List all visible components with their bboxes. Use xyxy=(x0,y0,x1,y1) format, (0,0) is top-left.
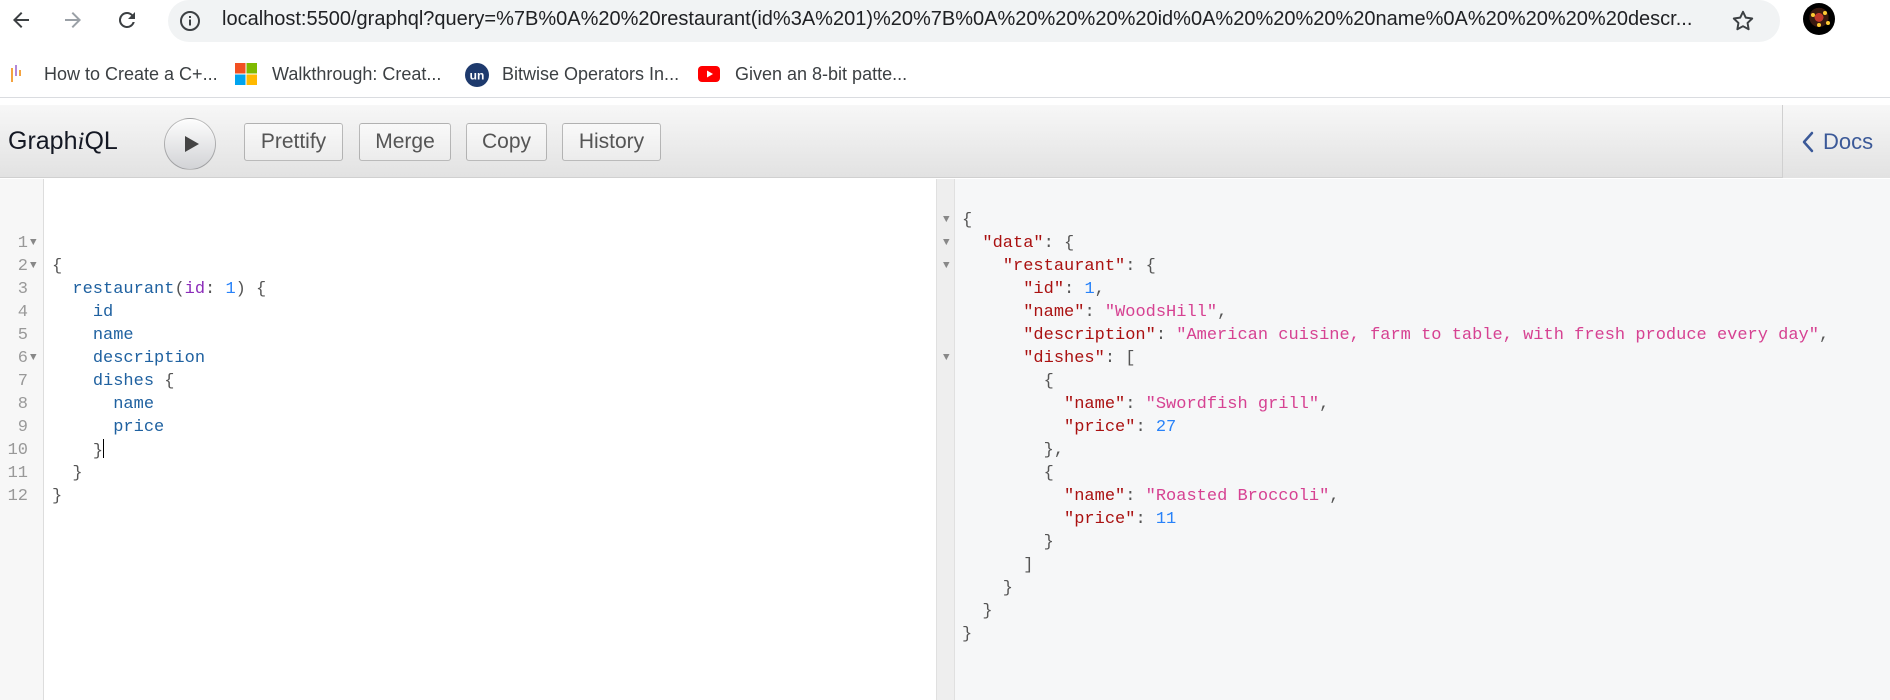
fold-arrow-icon: ▼ xyxy=(943,260,950,272)
fold-arrow-icon: ▼ xyxy=(943,214,950,226)
code-line: 8 price xyxy=(17,395,165,437)
code-line: { xyxy=(962,464,1054,483)
bookmark-item[interactable]: un Bitwise Operators In... xyxy=(464,62,680,87)
code-line: "price": 11 xyxy=(1064,510,1177,529)
code-line: "id": 1, xyxy=(1023,280,1105,299)
code-line: 12 xyxy=(7,487,28,506)
code-line: ] xyxy=(962,556,1034,575)
bookmark-item[interactable]: How to Create a C+... xyxy=(6,62,218,86)
svg-text:un: un xyxy=(470,69,485,83)
code-line: { xyxy=(962,372,1054,391)
profile-avatar[interactable] xyxy=(1803,3,1835,35)
code-line: 1 ▼ { xyxy=(17,234,63,276)
code-line: 2 ▼ restaurant(id: 1) { xyxy=(17,257,267,299)
history-button[interactable]: History xyxy=(562,123,661,161)
code-line: } xyxy=(962,625,973,644)
site-info-icon[interactable] xyxy=(178,9,202,33)
code-line: }, xyxy=(962,441,1065,460)
bookmarks-bar: How to Create a C+... Walkthrough: Creat… xyxy=(0,50,1890,98)
code-line: } xyxy=(962,602,993,621)
merge-button[interactable]: Merge xyxy=(359,123,451,161)
youtube-icon xyxy=(697,62,721,86)
copy-button[interactable]: Copy xyxy=(466,123,547,161)
bookmark-label: Given an 8-bit patte... xyxy=(735,63,908,84)
bar-chart-icon xyxy=(6,62,30,86)
play-icon xyxy=(185,136,199,152)
bookmark-label: How to Create a C+... xyxy=(44,63,218,84)
code-line: 11 } xyxy=(7,464,63,506)
code-line: } xyxy=(962,579,1014,598)
docs-button[interactable]: Docs xyxy=(1801,129,1873,155)
result-viewer[interactable]: ▼{ ▼ "data": { ▼ "restaurant": { "id": 1… xyxy=(937,179,1890,700)
execute-query-button[interactable] xyxy=(164,118,216,170)
code-line: 9 } xyxy=(17,418,105,461)
code-line: 6 ▼ dishes { xyxy=(17,349,175,391)
un-logo-icon: un xyxy=(464,62,489,87)
bookmark-label: Walkthrough: Creat... xyxy=(272,63,442,84)
graphiql-title: GraphiQL xyxy=(8,127,118,155)
forward-button[interactable] xyxy=(58,5,88,35)
code-line: "name": "Roasted Broccoli", xyxy=(1064,487,1340,506)
forward-arrow-icon xyxy=(65,12,81,28)
microsoft-logo-icon xyxy=(234,62,258,86)
code-line: ▼ "data": { xyxy=(943,234,1075,253)
code-line: ▼ "dishes": [ xyxy=(943,349,1136,368)
code-line: "description": "American cuisine, farm t… xyxy=(1023,326,1830,345)
code-line: "name": "WoodsHill", xyxy=(1023,303,1228,322)
code-line: 7 name xyxy=(17,372,155,414)
bookmark-item[interactable]: Walkthrough: Creat... xyxy=(234,62,441,86)
chevron-left-icon xyxy=(1802,131,1814,153)
fold-arrow-icon: ▼ xyxy=(943,352,950,364)
code-line: 4 name xyxy=(17,303,134,345)
bookmark-label: Bitwise Operators In... xyxy=(502,63,680,84)
back-button[interactable] xyxy=(6,5,36,35)
fold-arrow-icon: ▼ xyxy=(943,237,950,249)
prettify-button[interactable]: Prettify xyxy=(244,123,343,161)
docs-label: Docs xyxy=(1823,129,1874,154)
code-line: "price": 27 xyxy=(1064,418,1177,437)
code-line: "name": "Swordfish grill", xyxy=(1064,395,1330,414)
bookmark-item[interactable]: Given an 8-bit patte... xyxy=(697,62,907,86)
back-arrow-icon xyxy=(13,12,29,28)
code-line: 3 id xyxy=(17,280,114,322)
browser-top-bar: localhost:5500/graphql?query=%7B%0A%20%2… xyxy=(0,0,1890,50)
bookmark-star-icon[interactable] xyxy=(1730,8,1756,34)
code-line: 5 description xyxy=(17,326,206,368)
address-bar[interactable]: localhost:5500/graphql?query=%7B%0A%20%2… xyxy=(168,0,1780,42)
reload-button[interactable] xyxy=(112,5,142,35)
query-editor[interactable]: 1 ▼ { 2 ▼ restaurant(id: 1) { 3 id 4 name … xyxy=(0,179,937,700)
code-line: 10 } xyxy=(7,441,83,483)
code-line: } xyxy=(962,533,1054,552)
docs-panel-toggle: Docs xyxy=(1782,105,1890,178)
url-text[interactable]: localhost:5500/graphql?query=%7B%0A%20%2… xyxy=(222,8,1702,31)
code-line: ▼ "restaurant": { xyxy=(943,257,1156,276)
code-line: ▼{ xyxy=(943,211,973,230)
reload-icon xyxy=(118,11,135,28)
